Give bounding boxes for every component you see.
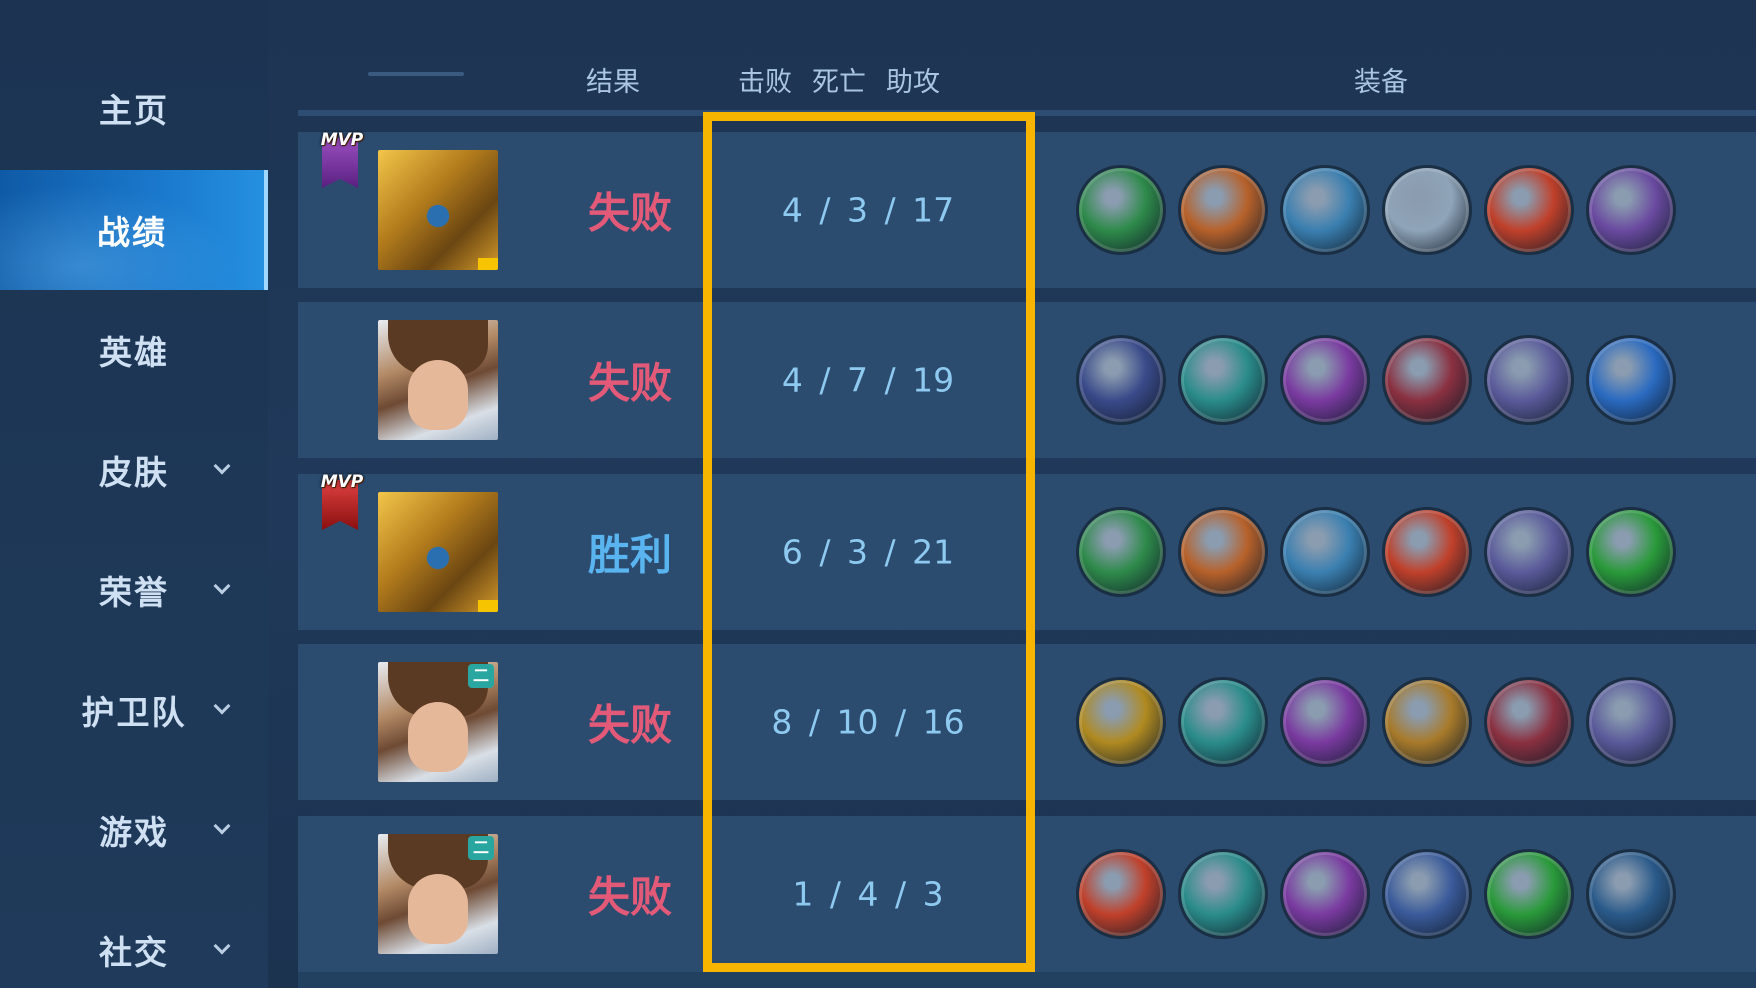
header-decor: [368, 72, 464, 76]
equipment-item-icon[interactable]: [1586, 335, 1676, 425]
hero-avatar: 二: [378, 662, 498, 782]
equipment-item-icon[interactable]: [1280, 335, 1370, 425]
chevron-down-icon: [213, 457, 231, 475]
header-equipment: 装备: [1354, 67, 1408, 98]
duo-badge: 二: [468, 836, 494, 860]
header-assists: 助攻: [886, 67, 940, 98]
sidebar: 主页战绩英雄皮肤荣誉护卫队游戏社交: [0, 0, 268, 988]
chevron-down-icon: [213, 577, 231, 595]
kda-value: 4 / 3 / 17: [781, 190, 955, 230]
equipment-item-icon[interactable]: [1382, 849, 1472, 939]
match-result: 胜利: [587, 530, 672, 580]
header-divider: [298, 110, 1756, 116]
sidebar-item-6[interactable]: 游戏: [0, 770, 268, 890]
match-result: 失败: [587, 700, 672, 750]
equipment-item-icon[interactable]: [1484, 677, 1574, 767]
equipment-list: [1076, 677, 1676, 767]
equipment-list: [1076, 849, 1676, 939]
kda-value: 6 / 3 / 21: [781, 532, 955, 572]
equipment-item-icon[interactable]: [1484, 335, 1574, 425]
table-row[interactable]: 失败 4 / 7 / 19: [298, 302, 1756, 458]
hero-face: [408, 702, 468, 772]
sidebar-item-label: 英雄: [99, 333, 169, 372]
sidebar-item-7[interactable]: 社交: [0, 890, 268, 988]
equipment-item-icon[interactable]: [1178, 335, 1268, 425]
table-row[interactable]: MVP 胜利 6 / 3 / 21: [298, 472, 1756, 630]
table-row[interactable]: 二失败 8 / 10 / 16: [298, 644, 1756, 800]
sidebar-item-4[interactable]: 荣誉: [0, 530, 268, 650]
hero-face: [408, 874, 468, 944]
header-result: 结果: [586, 67, 640, 98]
sidebar-item-label: 战绩: [97, 213, 167, 252]
equipment-item-icon[interactable]: [1076, 507, 1166, 597]
equipment-item-icon[interactable]: [1586, 165, 1676, 255]
equipment-item-icon[interactable]: [1280, 849, 1370, 939]
equipment-item-icon[interactable]: [1382, 677, 1472, 767]
equipment-item-icon[interactable]: [1076, 335, 1166, 425]
match-result: 失败: [587, 872, 672, 922]
sidebar-item-0[interactable]: 主页: [0, 48, 268, 168]
chevron-down-icon: [213, 697, 231, 715]
duo-badge: 二: [468, 664, 494, 688]
equipment-item-icon[interactable]: [1178, 507, 1268, 597]
equipment-item-icon[interactable]: [1178, 165, 1268, 255]
hero-avatar: 二: [378, 834, 498, 954]
sidebar-item-label: 护卫队: [81, 693, 187, 732]
sidebar-item-label: 皮肤: [99, 453, 169, 492]
mvp-badge-icon: MVP: [314, 466, 366, 532]
sidebar-item-5[interactable]: 护卫队: [0, 650, 268, 770]
table-row[interactable]: MVP 失败 4 / 3 / 17: [298, 130, 1756, 288]
equipment-item-icon[interactable]: [1280, 677, 1370, 767]
sidebar-item-2[interactable]: 英雄: [0, 290, 268, 410]
kda-value: 4 / 7 / 19: [781, 360, 955, 400]
equipment-item-icon[interactable]: [1076, 165, 1166, 255]
sidebar-item-label: 主页: [99, 91, 169, 130]
match-result: 失败: [587, 188, 672, 238]
equipment-list: [1076, 165, 1676, 255]
equipment-item-icon[interactable]: [1280, 507, 1370, 597]
header-kills: 击败: [738, 67, 792, 98]
equipment-list: [1076, 507, 1676, 597]
chevron-down-icon: [213, 937, 231, 955]
mvp-label: MVP: [320, 472, 364, 492]
equipment-item-icon[interactable]: [1382, 335, 1472, 425]
equipment-item-icon[interactable]: [1586, 677, 1676, 767]
equipment-item-icon[interactable]: [1178, 849, 1268, 939]
sidebar-item-3[interactable]: 皮肤: [0, 410, 268, 530]
equipment-item-icon[interactable]: [1076, 849, 1166, 939]
equipment-item-icon[interactable]: [1484, 507, 1574, 597]
equipment-item-icon[interactable]: [1484, 165, 1574, 255]
sidebar-item-label: 游戏: [99, 813, 169, 852]
chevron-down-icon: [213, 817, 231, 835]
hero-avatar: [378, 150, 498, 270]
equipment-item-icon[interactable]: [1484, 849, 1574, 939]
equipment-item-icon[interactable]: [1280, 165, 1370, 255]
hero-avatar: [378, 320, 498, 440]
sidebar-item-1[interactable]: 战绩: [0, 170, 268, 290]
equipment-item-icon[interactable]: [1586, 507, 1676, 597]
equipment-item-icon[interactable]: [1178, 677, 1268, 767]
hero-face: [408, 360, 468, 430]
mvp-label: MVP: [320, 130, 364, 150]
list-bottom: [298, 972, 1756, 988]
equipment-item-icon[interactable]: [1076, 677, 1166, 767]
match-result: 失败: [587, 358, 672, 408]
mvp-badge-icon: MVP: [314, 124, 366, 190]
hero-avatar: [378, 492, 498, 612]
table-row[interactable]: 二失败 1 / 4 / 3: [298, 816, 1756, 972]
equipment-item-icon[interactable]: [1382, 507, 1472, 597]
equipment-list: [1076, 335, 1676, 425]
kda-value: 1 / 4 / 3: [792, 874, 944, 914]
sidebar-item-label: 社交: [99, 933, 169, 972]
equipment-item-icon[interactable]: [1586, 849, 1676, 939]
equipment-item-icon[interactable]: [1382, 165, 1472, 255]
kda-value: 8 / 10 / 16: [771, 702, 965, 742]
sidebar-item-label: 荣誉: [99, 573, 169, 612]
header-deaths: 死亡: [812, 67, 866, 98]
